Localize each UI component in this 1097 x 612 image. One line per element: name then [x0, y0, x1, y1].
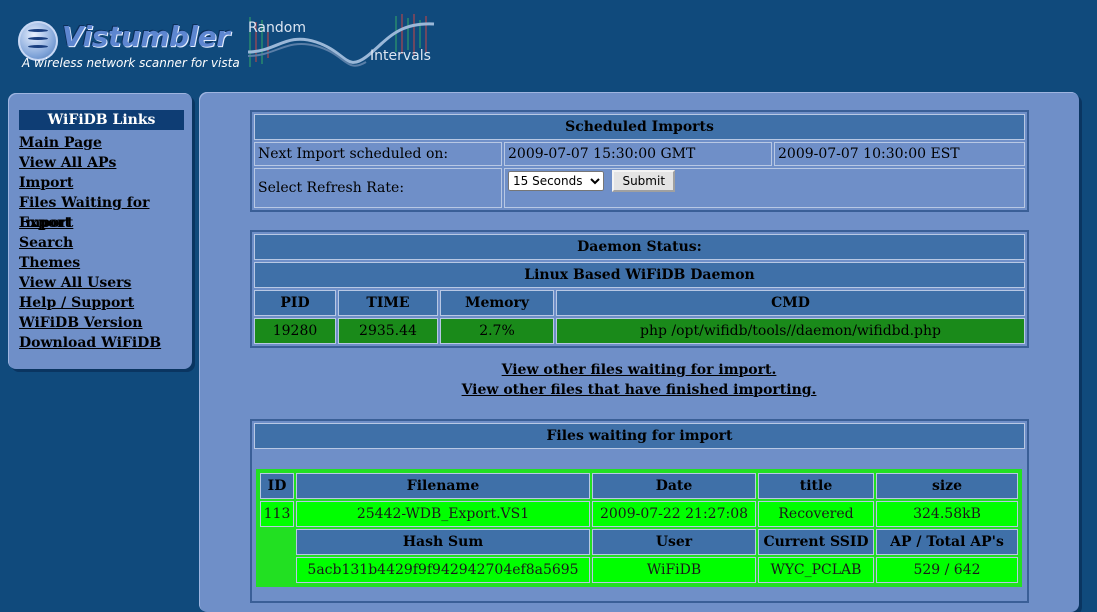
- sidebar-link-help-support[interactable]: Help / Support: [19, 295, 134, 311]
- column-header-cmd: CMD: [556, 290, 1025, 316]
- file-row: 113 25442-WDB_Export.VS1 2009-07-22 21:2…: [260, 501, 1018, 527]
- files-waiting-table: Files waiting for import ID Filename Dat…: [250, 419, 1029, 603]
- files-waiting-list: ID Filename Date title size 113 25442-WD…: [256, 469, 1022, 587]
- column-header-id: ID: [260, 473, 294, 499]
- main-panel: Scheduled Imports Next Import scheduled …: [199, 92, 1079, 612]
- import-links: View other files waiting for import. Vie…: [199, 360, 1079, 400]
- sidebar-link-view-all-users[interactable]: View All Users: [19, 275, 131, 291]
- column-header-hash-sum: Hash Sum: [296, 529, 590, 555]
- column-header-date: Date: [592, 473, 756, 499]
- file-filename: 25442-WDB_Export.VS1: [296, 501, 590, 527]
- logo-tagline: A wireless network scanner for vista: [22, 56, 240, 70]
- sidebar-link-import[interactable]: Import: [19, 175, 73, 191]
- view-waiting-files-link[interactable]: View other files waiting for import.: [199, 360, 1079, 380]
- ri-logo-line2: Intervals: [370, 48, 431, 64]
- column-header-current-ssid: Current SSID: [758, 529, 874, 555]
- column-header-title: title: [758, 473, 874, 499]
- sidebar-nav: Main Page View All APs Import Files Wait…: [19, 133, 192, 353]
- sidebar-heading: WiFiDB Links: [19, 110, 184, 130]
- sidebar-link-main-page[interactable]: Main Page: [19, 135, 102, 151]
- submit-button[interactable]: Submit: [612, 170, 676, 192]
- scheduled-imports-table: Scheduled Imports Next Import scheduled …: [250, 110, 1029, 212]
- daemon-row: 19280 2935.44 2.7% php /opt/wifidb/tools…: [254, 318, 1025, 344]
- daemon-pid: 19280: [254, 318, 336, 344]
- file-current-ssid: WYC_PCLAB: [758, 557, 874, 583]
- daemon-cmd: php /opt/wifidb/tools//daemon/wifidbd.ph…: [556, 318, 1025, 344]
- waveform-graphic: Random Intervals: [246, 12, 436, 72]
- file-hash-sum: 5acb131b4429f9f942942704ef8a5695: [296, 557, 590, 583]
- next-import-label: Next Import scheduled on:: [254, 142, 502, 166]
- daemon-time: 2935.44: [338, 318, 438, 344]
- refresh-rate-select[interactable]: 15 Seconds: [508, 171, 604, 191]
- sidebar-link-search[interactable]: Search: [19, 235, 73, 251]
- column-header-ap-total: AP / Total AP's: [876, 529, 1018, 555]
- random-intervals-logo[interactable]: Random Intervals: [246, 12, 436, 72]
- column-header-user: User: [592, 529, 756, 555]
- vistumbler-logo[interactable]: Vistumbler A wireless network scanner fo…: [18, 18, 240, 74]
- file-date: 2009-07-22 21:27:08: [592, 501, 756, 527]
- sidebar-link-export[interactable]: Export: [19, 215, 71, 231]
- file-detail-row: 5acb131b4429f9f942942704ef8a5695 WiFiDB …: [260, 557, 1018, 583]
- file-title: Recovered: [758, 501, 874, 527]
- scheduled-imports-title: Scheduled Imports: [254, 114, 1025, 140]
- column-header-filename: Filename: [296, 473, 590, 499]
- wireless-globe-icon: [18, 21, 58, 61]
- daemon-type-title: Linux Based WiFiDB Daemon: [254, 262, 1025, 288]
- id-spacer: [260, 529, 294, 583]
- next-import-est: 2009-07-07 10:30:00 EST: [774, 142, 1025, 166]
- view-finished-files-link[interactable]: View other files that have finished impo…: [199, 380, 1079, 400]
- next-import-gmt: 2009-07-07 15:30:00 GMT: [504, 142, 772, 166]
- refresh-rate-form: 15 Seconds Submit: [504, 168, 1025, 208]
- daemon-status-table: Daemon Status: Linux Based WiFiDB Daemon…: [250, 230, 1029, 348]
- column-header-size: size: [876, 473, 1018, 499]
- file-size: 324.58kB: [876, 501, 1018, 527]
- ri-logo-line1: Random: [248, 20, 306, 36]
- sidebar-link-view-all-aps[interactable]: View All APs: [19, 155, 116, 171]
- sidebar-link-wifidb-version[interactable]: WiFiDB Version: [19, 315, 142, 331]
- file-id: 113: [260, 501, 294, 527]
- daemon-status-title: Daemon Status:: [254, 234, 1025, 260]
- sidebar: WiFiDB Links Main Page View All APs Impo…: [8, 93, 192, 369]
- column-header-time: TIME: [338, 290, 438, 316]
- sidebar-link-download-wifidb[interactable]: Download WiFiDB: [19, 335, 161, 351]
- daemon-memory: 2.7%: [440, 318, 554, 344]
- column-header-pid: PID: [254, 290, 336, 316]
- file-ap-total: 529 / 642: [876, 557, 1018, 583]
- refresh-rate-label: Select Refresh Rate:: [254, 168, 502, 208]
- logo-title: Vistumbler: [62, 20, 230, 53]
- sidebar-link-themes[interactable]: Themes: [19, 255, 80, 271]
- file-user: WiFiDB: [592, 557, 756, 583]
- site-header: Vistumbler A wireless network scanner fo…: [0, 0, 1097, 88]
- column-header-memory: Memory: [440, 290, 554, 316]
- files-waiting-title: Files waiting for import: [254, 423, 1025, 449]
